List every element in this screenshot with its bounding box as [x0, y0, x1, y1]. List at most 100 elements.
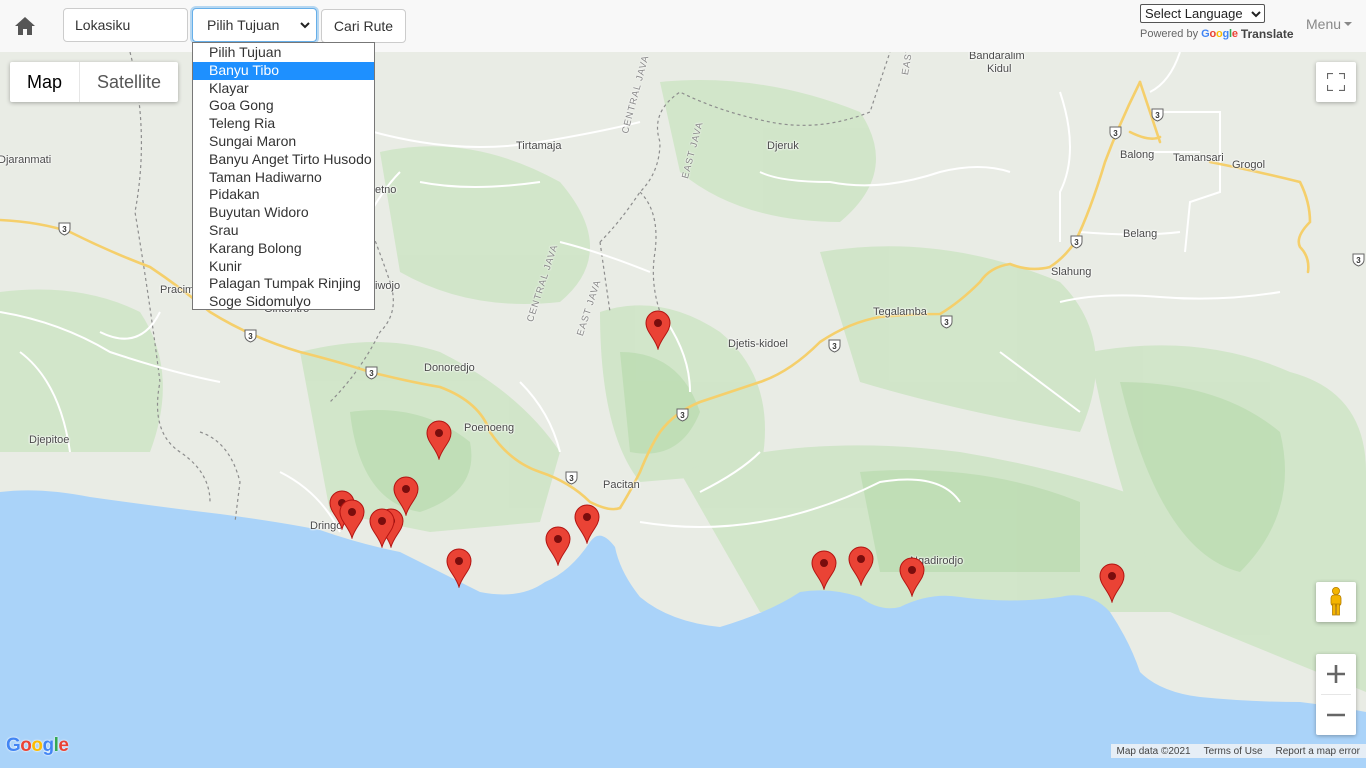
route-number: 3: [944, 318, 949, 327]
zoom-out-button[interactable]: [1316, 695, 1356, 735]
destination-option[interactable]: Karang Bolong: [193, 240, 374, 258]
place-label: Tegalamba: [873, 306, 927, 318]
chevron-down-icon: [1251, 11, 1261, 18]
destination-option[interactable]: Soge Sidomulyo: [193, 293, 374, 311]
map-attribution: Map data ©2021 Terms of Use Report a map…: [1110, 744, 1366, 758]
place-label: Pracim: [160, 284, 195, 296]
route-shield: 3: [1070, 235, 1083, 249]
destination-option[interactable]: Pilih Tujuan: [193, 44, 374, 62]
route-shield: 3: [828, 339, 841, 353]
map-pin-icon: [645, 310, 671, 351]
route-shield: 3: [1352, 253, 1365, 267]
map-type-satellite-button[interactable]: Satellite: [80, 62, 178, 102]
destination-option[interactable]: Taman Hadiwarno: [193, 169, 374, 187]
place-label: Kidul: [987, 63, 1012, 75]
street-view-pegman-button[interactable]: [1316, 582, 1356, 622]
map-marker-pin[interactable]: [811, 550, 837, 591]
chevron-down-icon: [300, 22, 310, 29]
map-type-map-button[interactable]: Map: [10, 62, 79, 102]
translate-text: Translate: [1240, 27, 1294, 41]
route-shield: 3: [244, 329, 257, 343]
google-logo-small[interactable]: Google: [1201, 28, 1238, 40]
map-marker-pin[interactable]: [848, 546, 874, 587]
report-map-error-link[interactable]: Report a map error: [1269, 746, 1366, 757]
map-pin-icon: [446, 548, 472, 589]
menu-label: Menu: [1306, 16, 1342, 32]
destination-option[interactable]: Klayar: [193, 80, 374, 98]
route-shield: 3: [365, 366, 378, 380]
map-marker-pin[interactable]: [369, 508, 395, 549]
place-label: Grogol: [1232, 159, 1266, 171]
map-marker-pin[interactable]: [339, 499, 365, 540]
route-number: 3: [680, 411, 685, 420]
map-pin-icon: [899, 557, 925, 598]
home-button[interactable]: [10, 12, 40, 40]
route-shield: 3: [940, 315, 953, 329]
destination-option[interactable]: Sungai Maron: [193, 133, 374, 151]
destination-option[interactable]: Kunir: [193, 258, 374, 276]
place-label: Belang: [1123, 228, 1158, 240]
route-number: 3: [1113, 129, 1118, 138]
destination-option[interactable]: Banyu Anget Tirto Husodo: [193, 151, 374, 169]
caret-down-icon: [1344, 22, 1353, 26]
destination-option[interactable]: Goa Gong: [193, 97, 374, 115]
route-number: 3: [1155, 111, 1160, 120]
route-number: 3: [248, 332, 253, 341]
map-pin-icon: [848, 546, 874, 587]
destination-selected-value: Pilih Tujuan: [207, 17, 280, 33]
place-label: Balong: [1120, 149, 1155, 161]
destination-option[interactable]: Buyutan Widoro: [193, 204, 374, 222]
zoom-out-icon: [1327, 713, 1345, 717]
map-pin-icon: [574, 504, 600, 545]
map-marker-pin[interactable]: [1099, 563, 1125, 604]
map-marker-pin[interactable]: [446, 548, 472, 589]
map-marker-pin[interactable]: [574, 504, 600, 545]
map-marker-pin[interactable]: [545, 526, 571, 567]
route-number: 3: [832, 342, 837, 351]
home-icon: [15, 17, 35, 35]
place-label: Djetis-kidoel: [728, 338, 788, 350]
route-shield: 3: [58, 222, 71, 236]
route-shield: 3: [565, 471, 578, 485]
route-shield: 3: [1109, 126, 1122, 140]
destination-option[interactable]: Srau: [193, 222, 374, 240]
zoom-in-button[interactable]: [1316, 654, 1356, 694]
language-select[interactable]: Select Language: [1140, 4, 1265, 23]
fullscreen-button[interactable]: [1316, 62, 1356, 102]
map-pin-icon: [369, 508, 395, 549]
place-label: Djaranmati: [0, 154, 52, 166]
route-shield: 3: [1151, 108, 1164, 122]
map-pin-icon: [339, 499, 365, 540]
map-pin-icon: [545, 526, 571, 567]
map-marker-pin[interactable]: [645, 310, 671, 351]
route-number: 3: [1074, 238, 1079, 247]
terms-of-use-link[interactable]: Terms of Use: [1197, 746, 1269, 757]
place-label: Donoredjo: [424, 362, 475, 374]
route-shield: 3: [676, 408, 689, 422]
zoom-control: [1316, 654, 1356, 735]
pegman-icon: [1330, 587, 1342, 616]
zoom-in-icon: [1327, 665, 1345, 683]
place-label: Slahung: [1051, 266, 1092, 278]
place-label: Tamansari: [1173, 152, 1224, 164]
route-number: 3: [369, 369, 374, 378]
map-marker-pin[interactable]: [899, 557, 925, 598]
map-data-credit[interactable]: Map data ©2021: [1111, 746, 1197, 757]
destination-option[interactable]: Pidakan: [193, 186, 374, 204]
destination-select[interactable]: Pilih Tujuan: [192, 8, 317, 42]
map-pin-icon: [1099, 563, 1125, 604]
menu-dropdown-toggle[interactable]: Menu: [1306, 16, 1353, 32]
google-map-logo[interactable]: Google: [6, 735, 69, 757]
destination-option[interactable]: Banyu Tibo: [193, 61, 374, 80]
location-input[interactable]: [63, 8, 188, 42]
place-label: Pacitan: [603, 479, 640, 491]
route-number: 3: [1356, 256, 1361, 265]
place-label: Tirtamaja: [516, 140, 562, 152]
map-marker-pin[interactable]: [426, 420, 452, 461]
destination-option[interactable]: Palagan Tumpak Rinjing: [193, 275, 374, 293]
map-pin-icon: [426, 420, 452, 461]
destination-option[interactable]: Teleng Ria: [193, 115, 374, 133]
place-label: etno: [375, 184, 397, 196]
find-route-button[interactable]: Cari Rute: [321, 9, 406, 43]
map-pin-icon: [811, 550, 837, 591]
